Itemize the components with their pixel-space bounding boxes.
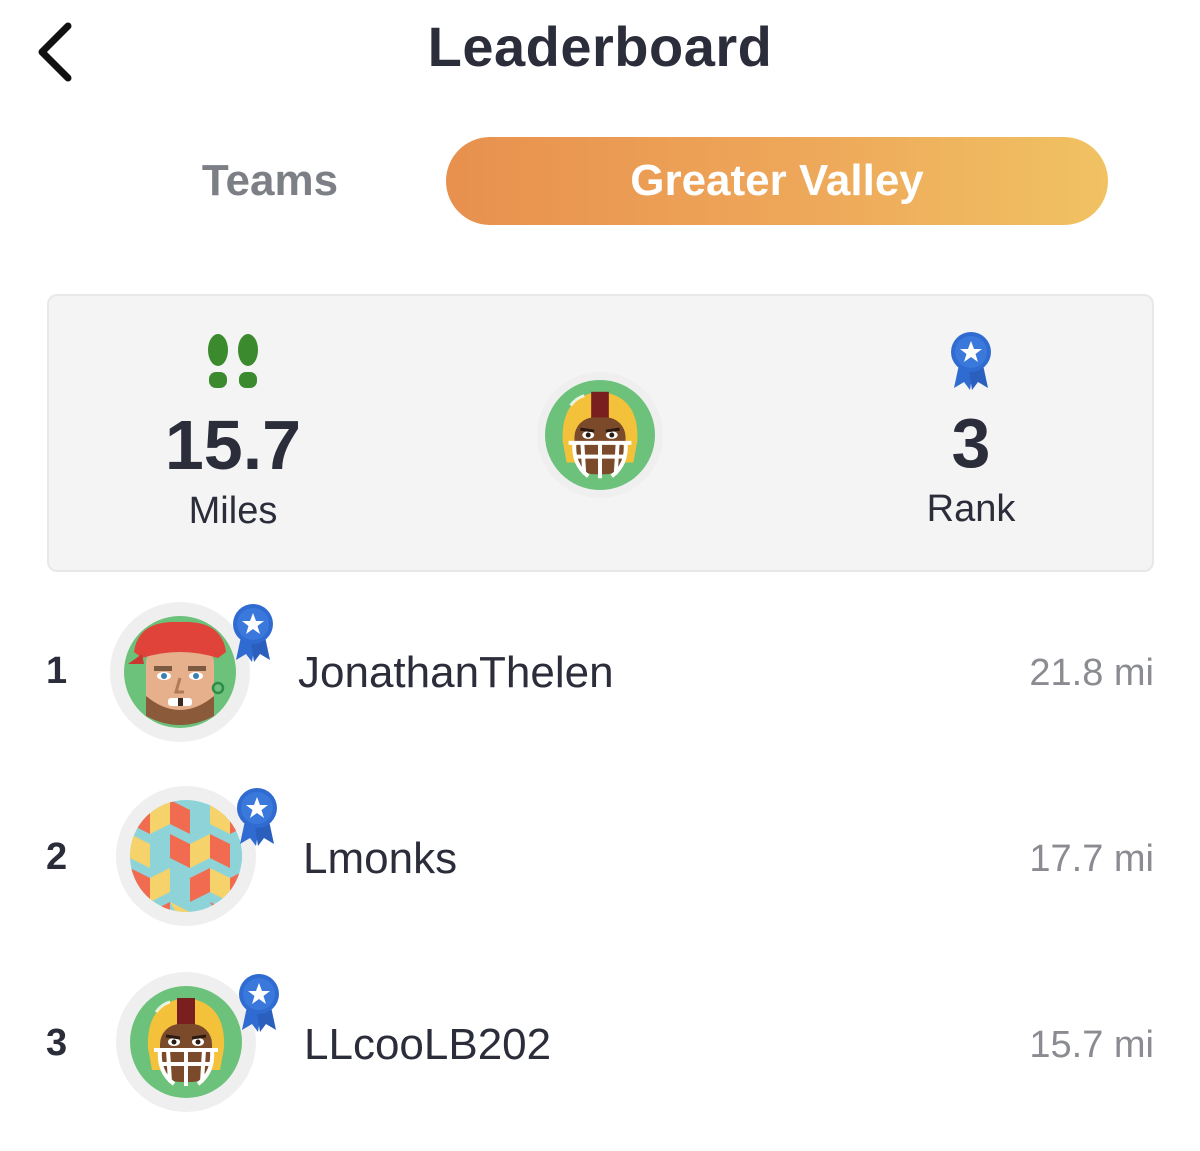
user-distance: 17.7 mi [1029,838,1154,880]
page-title: Leaderboard [427,15,773,78]
user-distance: 21.8 mi [1029,652,1154,694]
pirate-avatar-icon [124,616,236,728]
avatar [116,972,256,1112]
miles-stat: 15.7 Miles [103,296,363,533]
footsteps-icon [208,334,258,388]
miles-value: 15.7 [164,406,302,484]
user-distance: 15.7 mi [1029,1024,1154,1066]
football-player-avatar-icon [130,986,242,1098]
header: Leaderboard [0,0,1200,100]
list-item[interactable]: 1 JonathanThelen 21.8 mi [0,600,1200,750]
award-ribbon-icon [948,330,994,392]
award-ribbon-icon [230,602,276,664]
football-player-avatar-icon [545,380,655,490]
avatar [110,602,250,742]
user-name: JonathanThelen [298,648,614,697]
user-name: LLcooLB202 [304,1020,552,1069]
miles-label: Miles [188,490,278,532]
cubes-pattern-avatar-icon [130,800,242,912]
rank-number: 2 [46,836,68,878]
rank-value: 3 [951,404,991,482]
award-ribbon-icon [234,786,280,848]
user-name: Lmonks [303,834,458,883]
list-item[interactable]: 2 Lmonks 17.7 mi [0,786,1200,936]
tab-teams[interactable]: Teams [110,137,430,225]
rank-label: Rank [926,488,1016,530]
tab-bar: Teams Greater Valley [0,137,1200,225]
award-ribbon-icon [236,972,282,1034]
tab-greater-valley[interactable]: Greater Valley [446,137,1108,225]
avatar[interactable] [537,372,663,498]
rank-stat: 3 Rank [841,296,1101,531]
rank-number: 1 [46,650,68,692]
list-item[interactable]: 3 LLcooLB202 15.7 mi [0,972,1200,1122]
user-summary-card: 15.7 Miles 3 Rank [47,294,1154,572]
rank-number: 3 [46,1022,68,1064]
